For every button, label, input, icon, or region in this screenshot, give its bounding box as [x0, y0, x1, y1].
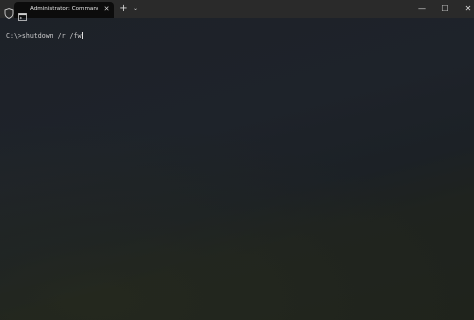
maximize-button[interactable]: ☐: [433, 0, 457, 18]
tab-close-icon[interactable]: ✕: [102, 5, 111, 14]
new-tab-button[interactable]: +: [118, 3, 129, 14]
terminal-icon: [18, 6, 27, 21]
text-cursor: [82, 32, 84, 39]
title-bar[interactable]: Administrator: Command Prom ✕ + ⌄ — ☐ ✕: [0, 0, 474, 21]
shield-icon: [4, 4, 14, 19]
chevron-down-icon[interactable]: ⌄: [131, 4, 140, 13]
tab-title: Administrator: Command Prom: [30, 6, 98, 12]
prompt: C:\>: [6, 32, 22, 40]
command-line: C:\>shutdown /r /fw: [6, 32, 84, 40]
tab-command-prompt[interactable]: Administrator: Command Prom ✕: [14, 2, 114, 21]
terminal-window: Administrator: Command Prom ✕ + ⌄ — ☐ ✕ …: [0, 0, 474, 320]
close-button[interactable]: ✕: [456, 0, 474, 18]
command-text: shutdown /r /fw: [21, 32, 82, 40]
minimize-button[interactable]: —: [410, 0, 434, 18]
terminal-area[interactable]: C:\>shutdown /r /fw: [0, 18, 474, 320]
